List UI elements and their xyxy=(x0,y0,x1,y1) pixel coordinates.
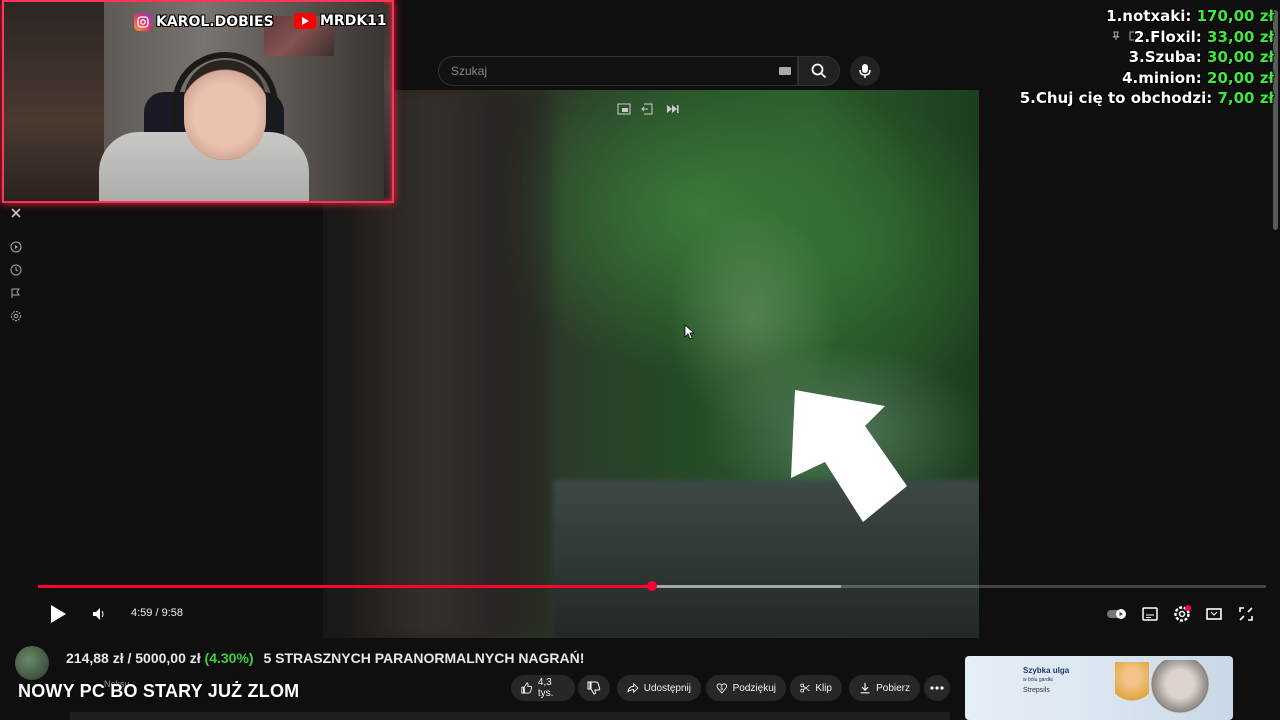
progress-scrubber-handle[interactable] xyxy=(647,581,657,591)
stream-page: 4:59 / 9:58 214,88 zł / 5000,00 zł (4.30… xyxy=(0,0,1280,720)
donation-goal-amount: 214,88 zł / 5000,00 zł xyxy=(66,650,201,666)
volume-icon xyxy=(93,608,104,620)
svg-text:$: $ xyxy=(720,686,723,692)
like-button[interactable]: 4,3 tys. xyxy=(511,675,575,701)
settings-button[interactable] xyxy=(1172,602,1192,626)
keyboard-icon[interactable] xyxy=(779,67,791,75)
scissors-icon xyxy=(800,683,810,693)
more-actions-button[interactable] xyxy=(924,675,950,701)
fullscreen-button[interactable] xyxy=(1236,602,1256,626)
clip-label: Klip xyxy=(815,682,832,694)
progress-played xyxy=(38,585,652,588)
search-icon xyxy=(811,63,827,79)
search-input[interactable] xyxy=(439,57,797,85)
more-horizontal-icon xyxy=(930,686,944,690)
like-count: 4,3 tys. xyxy=(537,677,554,699)
thumbs-down-icon xyxy=(587,681,601,695)
ad-brand: Strepsils xyxy=(1023,687,1050,694)
ad-image-grandparent xyxy=(1150,660,1210,720)
heart-dollar-icon: $ xyxy=(716,683,727,694)
play-circle-icon[interactable] xyxy=(10,241,22,253)
volume-button[interactable] xyxy=(88,602,110,626)
share-button[interactable]: Udostępnij xyxy=(617,675,701,701)
ad-image-child xyxy=(1115,662,1149,712)
fullscreen-icon xyxy=(1239,607,1253,621)
channel-avatar[interactable] xyxy=(15,646,49,680)
thumbs-up-icon xyxy=(521,682,533,694)
play-button[interactable] xyxy=(46,602,70,626)
thanks-label: Podziękuj xyxy=(732,682,776,694)
download-icon xyxy=(860,682,870,694)
webcam-shelf xyxy=(4,2,104,201)
donation-leaderboard: 1.notxaki: 170,00 zł 2.Floxil: 33,00 zł … xyxy=(1020,6,1274,109)
instagram-icon xyxy=(134,13,152,31)
youtube-handle-text: MRDK11 xyxy=(320,13,387,29)
leaderboard-row: 5.Chuj cię to obchodzi: 7,00 zł xyxy=(1019,89,1274,107)
x-logo-icon[interactable] xyxy=(10,207,22,219)
leaderboard-row: 3.Szuba: 30,00 zł xyxy=(1128,48,1274,66)
theater-mode-icon xyxy=(1206,608,1222,620)
flag-icon[interactable] xyxy=(10,287,22,299)
subtitles-icon xyxy=(1142,607,1158,621)
voice-search-button[interactable] xyxy=(850,56,880,86)
donation-goal-caption: NOWY PC BO STARY JUŻ ZLOM xyxy=(18,681,300,701)
search-button[interactable] xyxy=(798,56,840,86)
subtitles-button[interactable] xyxy=(1140,602,1160,626)
youtube-handle: MRDK11 xyxy=(294,13,387,29)
download-label: Pobierz xyxy=(876,682,910,694)
autoplay-toggle-icon xyxy=(1107,609,1126,619)
time-display: 4:59 / 9:58 xyxy=(131,607,183,619)
streamer-webcam: KAROL.DOBIES MRDK11 xyxy=(2,0,394,203)
donation-goal-percent: (4.30%) xyxy=(204,650,254,666)
youtube-icon xyxy=(294,13,316,29)
microphone-icon xyxy=(859,64,871,78)
share-label: Udostępnij xyxy=(643,682,691,694)
leaderboard-row: 2.Floxil: 33,00 zł xyxy=(1134,27,1274,46)
skip-next-icon[interactable] xyxy=(665,102,679,116)
video-overlay-icons xyxy=(617,102,679,116)
exit-icon[interactable] xyxy=(641,102,655,116)
title-and-goal-overlay: 214,88 zł / 5000,00 zł (4.30%) 5 STRASZN… xyxy=(66,650,584,666)
video-frame-fence xyxy=(553,480,979,638)
mouse-cursor-icon xyxy=(684,324,694,340)
miniplayer-icon[interactable] xyxy=(617,102,631,116)
download-button[interactable]: Pobierz xyxy=(849,675,920,701)
play-icon xyxy=(51,605,66,623)
ad-subtitle: w bólu gardła xyxy=(1023,677,1053,683)
instagram-handle-text: KAROL.DOBIES xyxy=(156,14,274,30)
white-arrow-overlay-icon xyxy=(791,390,907,522)
dislike-button[interactable] xyxy=(578,675,610,701)
autoplay-toggle[interactable] xyxy=(1106,602,1130,626)
video-player[interactable] xyxy=(323,90,979,638)
ad-banner[interactable]: Szybka ulga w bólu gardła Strepsils xyxy=(965,656,1233,720)
video-title: 5 STRASZNYCH PARANORMALNYCH NAGRAŃ! xyxy=(263,650,585,666)
thanks-button[interactable]: $ Podziękuj xyxy=(706,675,786,701)
instagram-handle: KAROL.DOBIES xyxy=(134,13,274,31)
theater-mode-button[interactable] xyxy=(1204,602,1224,626)
search-box[interactable] xyxy=(438,56,798,86)
leaderboard-row: 4.minion: 20,00 zł xyxy=(1122,68,1274,87)
leaderboard-row: 1.notxaki: 170,00 zł xyxy=(1106,7,1274,25)
share-icon xyxy=(627,682,639,694)
ad-title: Szybka ulga xyxy=(1023,666,1070,675)
clip-button[interactable]: Klip xyxy=(790,675,842,701)
gear-icon xyxy=(1174,605,1191,622)
description-box-edge xyxy=(70,712,950,720)
progress-bar[interactable] xyxy=(38,581,1266,591)
history-icon[interactable] xyxy=(10,264,22,276)
settings-gear-icon[interactable] xyxy=(10,310,22,322)
